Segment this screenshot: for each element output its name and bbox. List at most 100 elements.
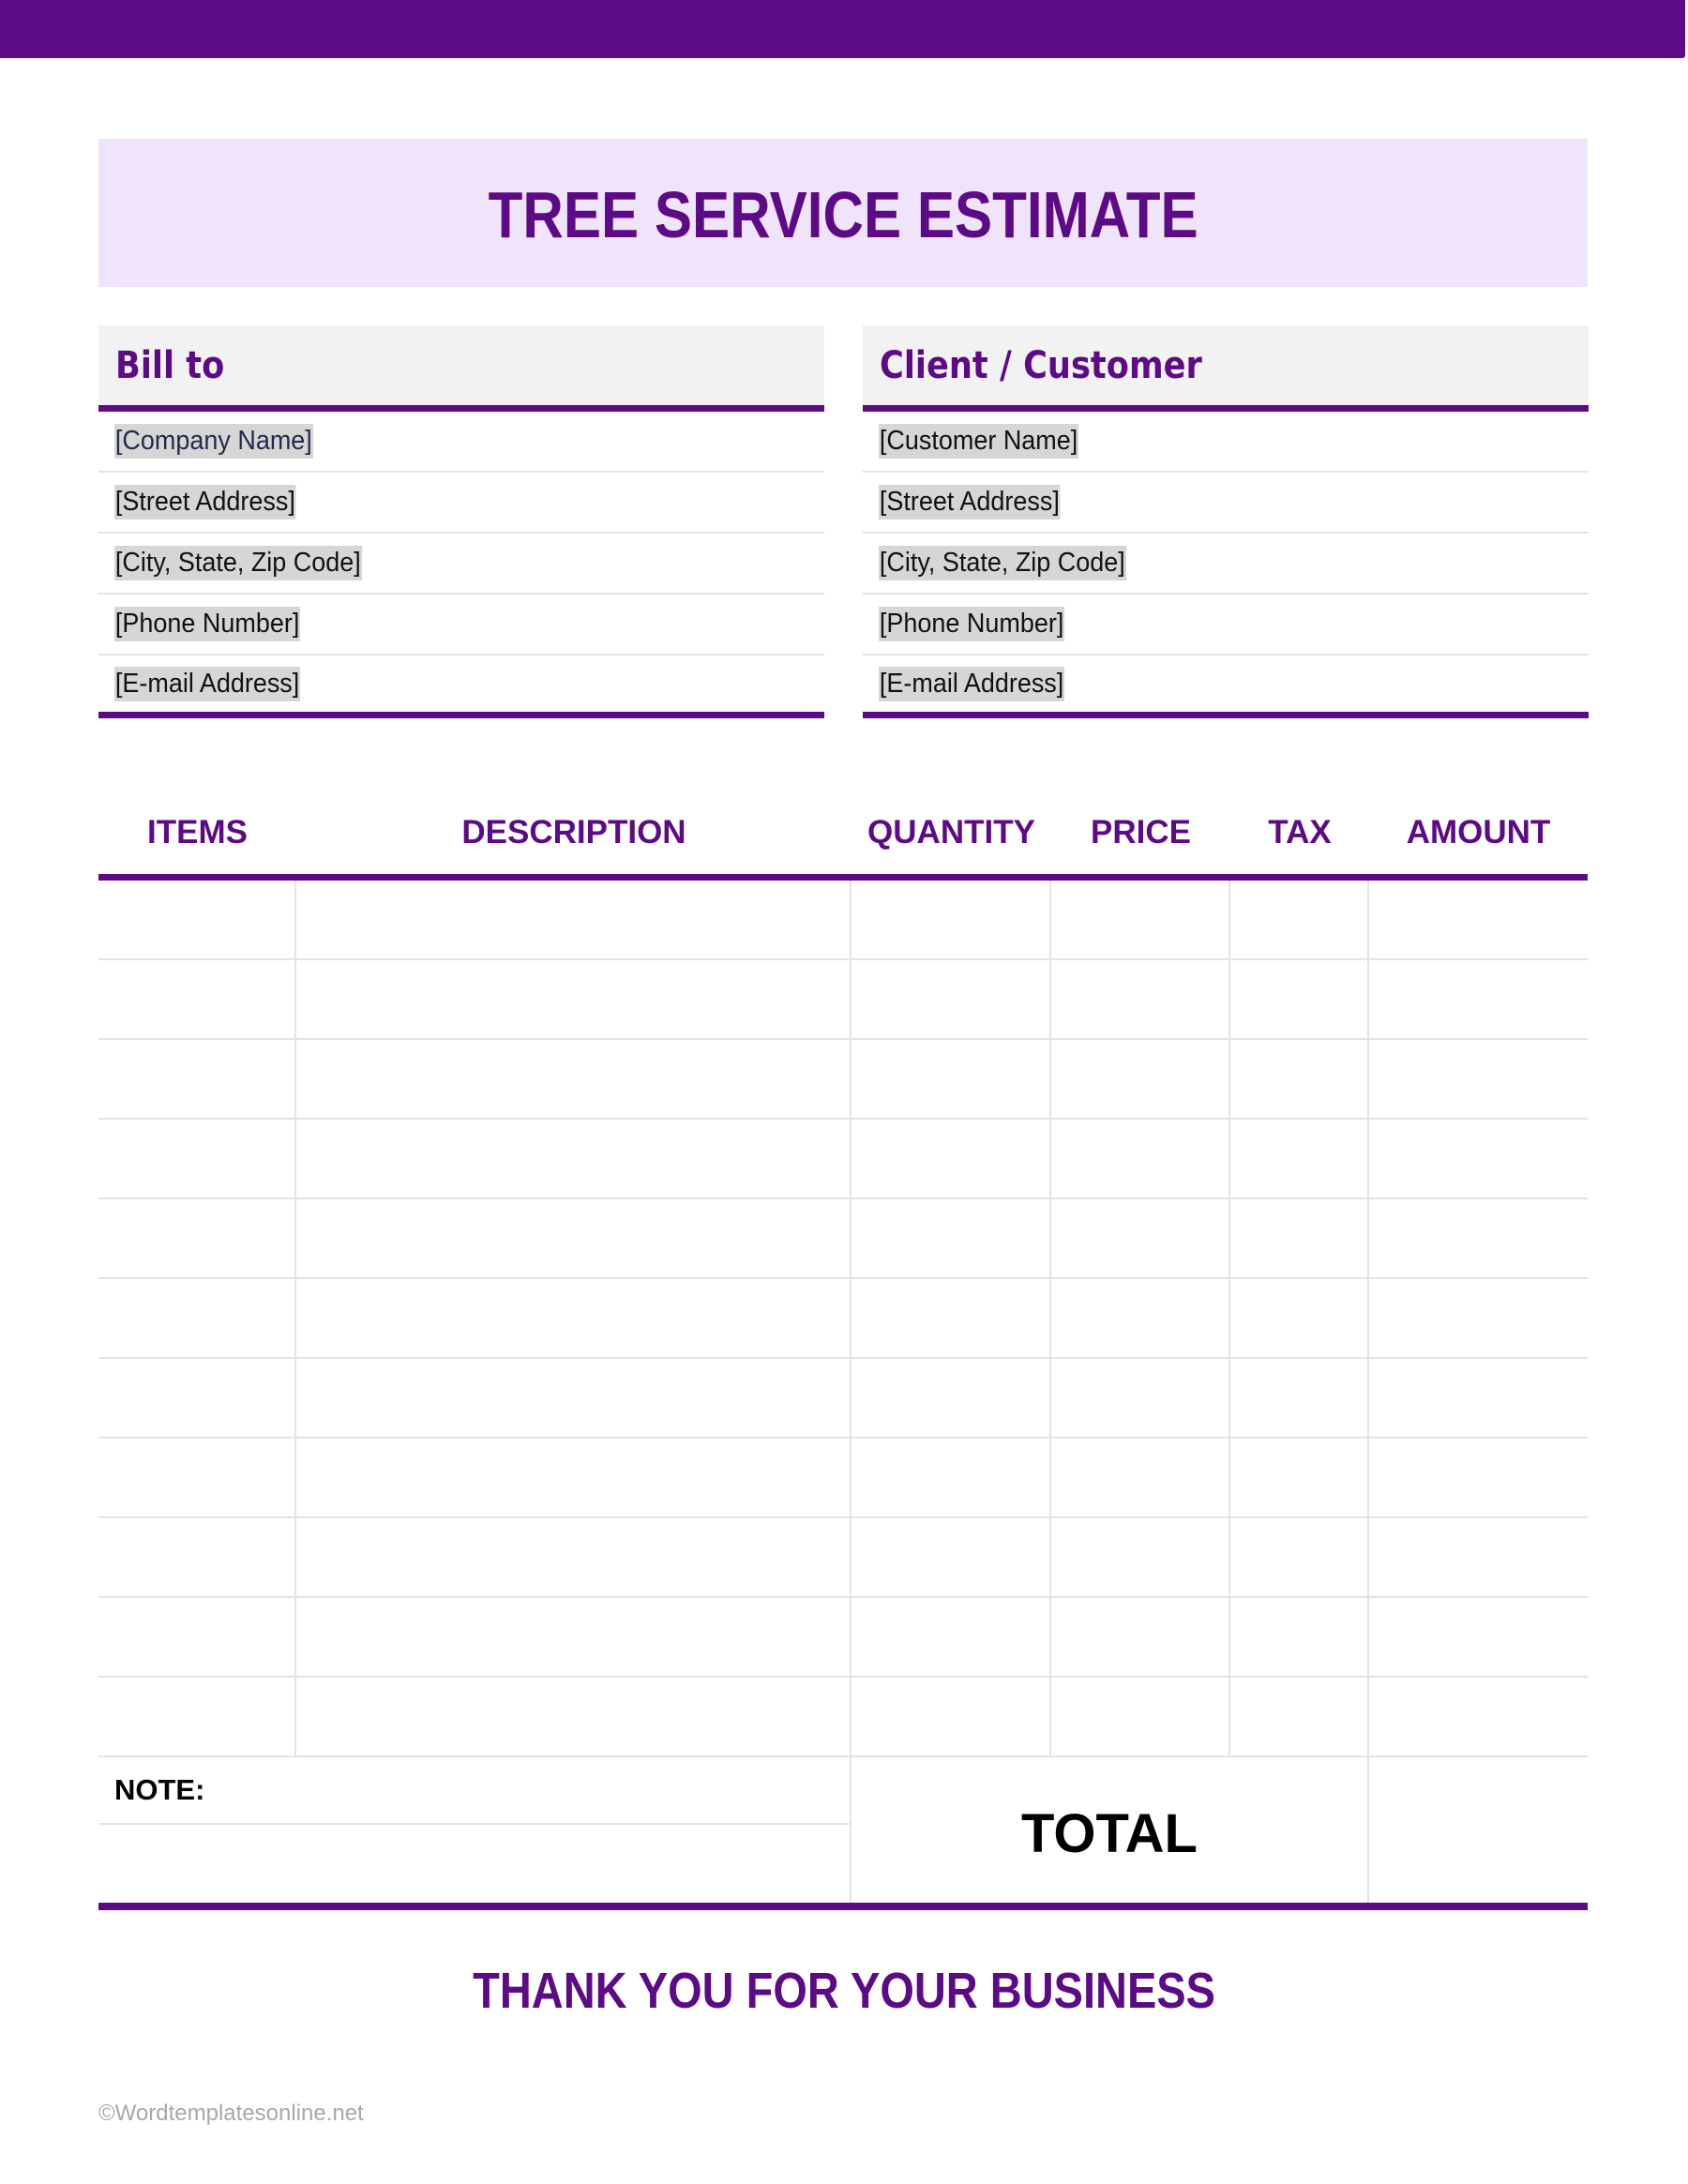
tax-cell[interactable] <box>1230 1120 1369 1197</box>
bill-to-street-row: [Street Address] <box>98 473 824 534</box>
items-table-body <box>98 881 1588 1757</box>
tax-cell[interactable] <box>1230 1359 1369 1437</box>
description-cell[interactable] <box>296 1518 852 1596</box>
description-cell[interactable] <box>296 1279 852 1357</box>
quantity-cell[interactable] <box>852 1518 1051 1596</box>
description-cell[interactable] <box>296 881 852 958</box>
quantity-cell[interactable] <box>852 1598 1051 1676</box>
item-cell[interactable] <box>98 1120 296 1197</box>
tax-cell[interactable] <box>1230 881 1369 958</box>
client-phone-field[interactable]: [Phone Number] <box>879 607 1065 641</box>
description-cell[interactable] <box>296 1359 852 1437</box>
table-row <box>98 1359 1588 1438</box>
description-cell[interactable] <box>296 1438 852 1516</box>
bill-city-state-zip-field[interactable]: [City, State, Zip Code] <box>114 546 362 580</box>
price-cell[interactable] <box>1051 1279 1230 1357</box>
table-row <box>98 1598 1588 1678</box>
amount-cell[interactable] <box>1369 1120 1588 1197</box>
note-input[interactable] <box>98 1825 850 1900</box>
thank-you-text: THANK YOU FOR YOUR BUSINESS <box>473 1963 1215 2019</box>
price-cell[interactable] <box>1051 1359 1230 1437</box>
amount-cell[interactable] <box>1369 960 1588 1038</box>
price-cell[interactable] <box>1051 1598 1230 1676</box>
note-area: NOTE: <box>98 1757 852 1903</box>
amount-cell[interactable] <box>1369 1279 1588 1357</box>
price-cell[interactable] <box>1051 1120 1230 1197</box>
client-header: Client / Customer <box>863 325 1589 412</box>
item-cell[interactable] <box>98 1678 296 1755</box>
item-cell[interactable] <box>98 881 296 958</box>
customer-name-field[interactable]: [Customer Name] <box>879 424 1079 459</box>
column-header-tax: TAX <box>1268 814 1332 851</box>
price-cell[interactable] <box>1051 1040 1230 1118</box>
client-street-row: [Street Address] <box>863 473 1589 534</box>
price-cell[interactable] <box>1051 1518 1230 1596</box>
item-cell[interactable] <box>98 1598 296 1676</box>
items-table: ITEMS DESCRIPTION QUANTITY PRICE TAX AMO… <box>98 788 1588 1910</box>
item-cell[interactable] <box>98 1040 296 1118</box>
thank-you-message: THANK YOU FOR YOUR BUSINESS <box>0 1962 1688 2020</box>
description-cell[interactable] <box>296 1598 852 1676</box>
amount-cell[interactable] <box>1369 1598 1588 1676</box>
item-cell[interactable] <box>98 1359 296 1437</box>
tax-cell[interactable] <box>1230 1040 1369 1118</box>
quantity-cell[interactable] <box>852 1199 1051 1277</box>
amount-cell[interactable] <box>1369 1040 1588 1118</box>
client-city-state-zip-field[interactable]: [City, State, Zip Code] <box>879 546 1126 580</box>
item-cell[interactable] <box>98 1199 296 1277</box>
quantity-cell[interactable] <box>852 960 1051 1038</box>
item-cell[interactable] <box>98 1518 296 1596</box>
total-amount-cell[interactable] <box>1369 1757 1588 1903</box>
amount-cell[interactable] <box>1369 1359 1588 1437</box>
tax-cell[interactable] <box>1230 1518 1369 1596</box>
quantity-cell[interactable] <box>852 1678 1051 1755</box>
bill-to-email-row: [E-mail Address] <box>98 655 824 718</box>
tax-cell[interactable] <box>1230 1598 1369 1676</box>
amount-cell[interactable] <box>1369 1678 1588 1755</box>
price-cell[interactable] <box>1051 1678 1230 1755</box>
tax-cell[interactable] <box>1230 1199 1369 1277</box>
quantity-cell[interactable] <box>852 881 1051 958</box>
watermark: ©Wordtemplatesonline.net <box>98 2101 364 2126</box>
quantity-cell[interactable] <box>852 1279 1051 1357</box>
quantity-cell[interactable] <box>852 1438 1051 1516</box>
price-cell[interactable] <box>1051 1438 1230 1516</box>
quantity-cell[interactable] <box>852 1359 1051 1437</box>
client-street-address-field[interactable]: [Street Address] <box>879 485 1061 520</box>
table-row <box>98 960 1588 1040</box>
price-cell[interactable] <box>1051 960 1230 1038</box>
description-cell[interactable] <box>296 1678 852 1755</box>
client-city-row: [City, State, Zip Code] <box>863 534 1589 595</box>
tax-cell[interactable] <box>1230 960 1369 1038</box>
amount-cell[interactable] <box>1369 1438 1588 1516</box>
description-cell[interactable] <box>296 1120 852 1197</box>
tax-cell[interactable] <box>1230 1279 1369 1357</box>
amount-cell[interactable] <box>1369 881 1588 958</box>
amount-cell[interactable] <box>1369 1518 1588 1596</box>
tax-cell[interactable] <box>1230 1438 1369 1516</box>
table-row <box>98 1438 1588 1518</box>
item-cell[interactable] <box>98 960 296 1038</box>
client-email-field[interactable]: [E-mail Address] <box>879 666 1065 701</box>
item-cell[interactable] <box>98 1438 296 1516</box>
bill-to-section: Bill to [Company Name] [Street Address] … <box>98 325 824 718</box>
column-header-amount: AMOUNT <box>1406 814 1551 851</box>
tax-cell[interactable] <box>1230 1678 1369 1755</box>
bill-email-field[interactable]: [E-mail Address] <box>114 666 301 701</box>
description-cell[interactable] <box>296 1040 852 1118</box>
description-cell[interactable] <box>296 1199 852 1277</box>
quantity-cell[interactable] <box>852 1120 1051 1197</box>
company-name-field[interactable]: [Company Name] <box>114 424 313 459</box>
table-row <box>98 1678 1588 1757</box>
bill-street-address-field[interactable]: [Street Address] <box>114 485 296 520</box>
bill-phone-field[interactable]: [Phone Number] <box>114 607 301 641</box>
price-cell[interactable] <box>1051 1199 1230 1277</box>
price-cell[interactable] <box>1051 881 1230 958</box>
amount-cell[interactable] <box>1369 1199 1588 1277</box>
item-cell[interactable] <box>98 1279 296 1357</box>
column-header-price: PRICE <box>1091 814 1191 851</box>
quantity-cell[interactable] <box>852 1040 1051 1118</box>
description-cell[interactable] <box>296 960 852 1038</box>
column-header-quantity: QUANTITY <box>867 814 1035 851</box>
bill-to-heading: Bill to <box>115 343 225 387</box>
